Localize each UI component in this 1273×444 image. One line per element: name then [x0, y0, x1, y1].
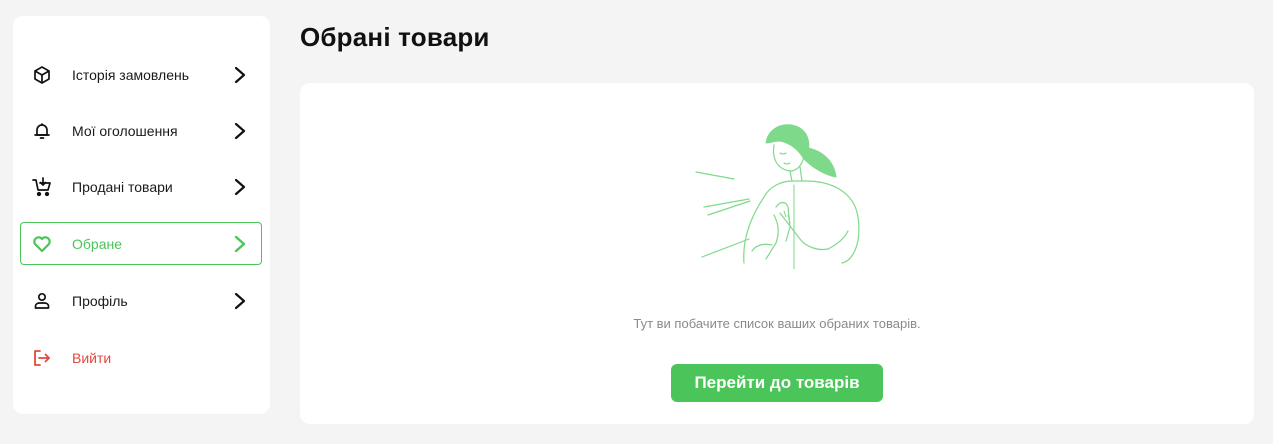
sidebar-item-label: Профіль — [72, 292, 128, 309]
sidebar-item-label: Обране — [72, 235, 122, 252]
sidebar-item-sold-items[interactable]: Продані товари — [20, 165, 262, 208]
chevron-right-icon — [232, 177, 248, 197]
woman-praying-illustration — [694, 119, 864, 270]
user-icon — [32, 291, 52, 311]
sidebar-item-favorites[interactable]: Обране — [20, 222, 262, 265]
favorites-empty-state: Тут ви побачите список ваших обраних тов… — [300, 83, 1254, 424]
empty-state-message: Тут ви побачите список ваших обраних тов… — [633, 316, 921, 331]
go-to-products-button[interactable]: Перейти до товарів — [671, 364, 883, 402]
chevron-right-icon — [232, 121, 248, 141]
account-sidebar: Історія замовлень Мої оголошення Продані… — [13, 16, 270, 414]
logout-icon — [32, 348, 52, 368]
sidebar-item-label: Мої оголошення — [72, 122, 178, 139]
chevron-right-icon — [232, 234, 248, 254]
sidebar-item-label: Продані товари — [72, 178, 173, 195]
sidebar-item-my-ads[interactable]: Мої оголошення — [20, 109, 262, 152]
sidebar-item-order-history[interactable]: Історія замовлень — [20, 53, 262, 96]
sidebar-item-label: Історія замовлень — [72, 66, 190, 83]
sidebar-item-profile[interactable]: Профіль — [20, 279, 262, 322]
chevron-right-icon — [232, 291, 248, 311]
package-icon — [32, 65, 52, 85]
cart-icon — [32, 176, 52, 197]
sidebar-item-label: Вийти — [72, 349, 112, 366]
page-title: Обрані товари — [300, 22, 490, 52]
bell-icon — [32, 121, 52, 141]
sidebar-item-logout[interactable]: Вийти — [20, 336, 262, 379]
heart-icon — [32, 234, 52, 254]
chevron-right-icon — [232, 65, 248, 85]
